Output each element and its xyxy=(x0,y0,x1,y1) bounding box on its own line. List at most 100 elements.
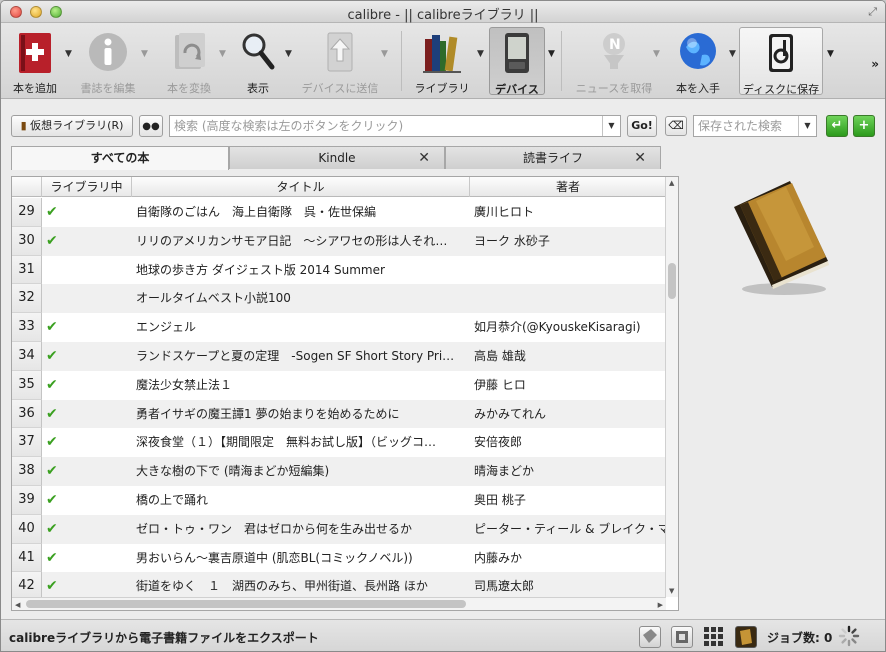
row-number-header xyxy=(12,177,42,197)
book-author-cell[interactable]: ピーター・ティール & ブレイク・マスター xyxy=(474,515,666,543)
manage-saved-searches-icon[interactable]: + xyxy=(853,115,875,137)
cover-browser-toggle-icon[interactable] xyxy=(735,626,757,648)
book-title-cell[interactable]: ランドスケープと夏の定理 -Sogen SF Short Story Pri… xyxy=(136,342,468,370)
book-author-cell[interactable]: 廣川ヒロト xyxy=(474,198,666,226)
advanced-search-button[interactable]: ●● xyxy=(139,115,163,137)
tag-browser-toggle-icon[interactable] xyxy=(639,626,661,648)
column-header-author[interactable]: 著者 xyxy=(470,177,666,197)
scroll-up-icon[interactable]: ▲ xyxy=(669,179,674,187)
table-row[interactable]: 30 ✔ リリのアメリカンサモア日記 ～シアワセの形は人それ… ヨーク 水砂子 xyxy=(12,226,666,256)
vertical-scroll-thumb[interactable] xyxy=(668,263,676,299)
column-header-title[interactable]: タイトル xyxy=(132,177,470,197)
cover-grid-toggle-icon[interactable] xyxy=(703,626,725,648)
send-to-device-button[interactable]: デバイスに送信 ▼ xyxy=(302,27,388,95)
scroll-right-icon[interactable]: ▶ xyxy=(658,601,663,609)
fetch-news-dropdown-icon[interactable]: ▼ xyxy=(653,49,660,59)
table-row[interactable]: 34 ✔ ランドスケープと夏の定理 -Sogen SF Short Story Pr… xyxy=(12,341,666,371)
book-details-toggle-icon[interactable] xyxy=(671,626,693,648)
save-to-disk-button[interactable]: ディスクに保存 xyxy=(739,27,823,96)
vertical-scrollbar[interactable]: ▲ ▼ xyxy=(665,177,678,597)
book-title-cell[interactable]: 魔法少女禁止法１ xyxy=(136,371,468,399)
close-tab-icon[interactable]: ✕ xyxy=(418,147,430,169)
more-toolbar-icon[interactable]: » xyxy=(871,57,879,71)
library-dropdown-icon[interactable]: ▼ xyxy=(477,49,484,59)
add-book-button[interactable]: 本を追加 ▼ xyxy=(7,27,72,95)
tab-kindle[interactable]: Kindle ✕ xyxy=(229,146,445,169)
book-author-cell[interactable]: 奥田 桃子 xyxy=(474,486,666,514)
saved-search-dropdown-icon[interactable]: ▼ xyxy=(798,116,816,136)
book-title-cell[interactable]: 勇者イサギの魔王譚1 夢の始まりを始めるために xyxy=(136,400,468,428)
save-search-icon[interactable]: ↵ xyxy=(826,115,848,137)
get-books-button[interactable]: 本を入手 ▼ xyxy=(669,27,736,95)
book-title-cell[interactable]: 男おいらん〜裏吉原道中 (肌恋BL(コミックノベル)) xyxy=(136,544,468,572)
convert-dropdown-icon[interactable]: ▼ xyxy=(219,49,226,59)
add-book-dropdown-icon[interactable]: ▼ xyxy=(65,49,72,59)
book-author-cell[interactable]: みかみてれん xyxy=(474,400,666,428)
table-row[interactable]: 29 ✔ 自衛隊のごはん 海上自衛隊 呉・佐世保編 廣川ヒロト xyxy=(12,198,666,227)
book-author-cell[interactable]: 伊藤 ヒロ xyxy=(474,371,666,399)
book-title-cell[interactable]: リリのアメリカンサモア日記 ～シアワセの形は人それ… xyxy=(136,227,468,255)
table-row[interactable]: 33 ✔ エンジェル 如月恭介(@KyouskeKisaragi) xyxy=(12,313,666,342)
book-author-cell[interactable]: 晴海まどか xyxy=(474,457,666,485)
table-row[interactable]: 40 ✔ ゼロ・トゥ・ワン 君はゼロから何を生み出せるか ピーター・ティール & ブレ… xyxy=(12,514,666,544)
virtual-library-button[interactable]: ▮ 仮想ライブラリ(R) xyxy=(11,115,133,137)
search-input[interactable]: 検索 (高度な検索は左のボタンをクリック) ▼ xyxy=(169,115,621,137)
scroll-left-icon[interactable]: ◀ xyxy=(15,601,20,609)
view-dropdown-icon[interactable]: ▼ xyxy=(285,49,292,59)
book-cover-icon[interactable] xyxy=(726,177,836,297)
row-number: 31 xyxy=(12,255,42,285)
column-header-in-library[interactable]: ライブラリ中 xyxy=(42,177,132,197)
horizontal-scrollbar[interactable]: ◀ ▶ xyxy=(12,597,666,610)
book-title-cell[interactable]: ゼロ・トゥ・ワン 君はゼロから何を生み出せるか xyxy=(136,515,468,543)
book-title-cell[interactable]: 橋の上で踊れ xyxy=(136,486,468,514)
table-row[interactable]: 38 ✔ 大きな樹の下で (晴海まどか短編集) 晴海まどか xyxy=(12,457,666,486)
table-row[interactable]: 39 ✔ 橋の上で踊れ 奥田 桃子 xyxy=(12,485,666,515)
tab-kindle-label: Kindle xyxy=(318,151,356,165)
tab-reading-life[interactable]: 読書ライフ ✕ xyxy=(445,146,661,169)
table-row[interactable]: 36 ✔ 勇者イサギの魔王譚1 夢の始まりを始めるために みかみてれん xyxy=(12,399,666,429)
jobs-counter[interactable]: ジョブ数: 0 xyxy=(767,629,832,646)
device-dropdown-icon[interactable]: ▼ xyxy=(548,49,555,59)
tab-all-books[interactable]: すべての本 xyxy=(11,146,229,170)
saved-search-input[interactable]: 保存された検索 ▼ xyxy=(693,115,817,137)
tab-reading-life-label: 読書ライフ xyxy=(522,151,583,165)
book-title-cell[interactable]: エンジェル xyxy=(136,313,468,341)
send-to-device-dropdown-icon[interactable]: ▼ xyxy=(381,49,388,59)
table-row[interactable]: 32 オールタイムベスト小説100 xyxy=(12,284,666,314)
book-author-cell[interactable]: 如月恭介(@KyouskeKisaragi) xyxy=(474,313,666,341)
book-author-cell[interactable]: ヨーク 水砂子 xyxy=(474,227,666,255)
save-to-disk-dropdown-icon[interactable]: ▼ xyxy=(827,49,834,59)
send-to-device-label: デバイスに送信 xyxy=(301,82,379,95)
scroll-down-icon[interactable]: ▼ xyxy=(669,587,674,595)
book-title-cell[interactable]: 自衛隊のごはん 海上自衛隊 呉・佐世保編 xyxy=(136,198,468,226)
edit-metadata-dropdown-icon[interactable]: ▼ xyxy=(141,49,148,59)
get-books-dropdown-icon[interactable]: ▼ xyxy=(729,49,736,59)
book-author-cell[interactable]: 内藤みか xyxy=(474,544,666,572)
book-author-cell[interactable]: 安倍夜郎 xyxy=(474,428,666,456)
row-number: 33 xyxy=(12,313,42,342)
view-button[interactable]: 表示 ▼ xyxy=(233,27,292,95)
edit-metadata-button[interactable]: 書誌を編集 ▼ xyxy=(79,27,148,95)
book-author-cell[interactable]: 高島 雄哉 xyxy=(474,342,666,370)
device-button[interactable]: デバイス xyxy=(489,27,545,96)
book-title-cell[interactable]: 大きな樹の下で (晴海まどか短編集) xyxy=(136,457,468,485)
clear-search-icon[interactable]: ⌫ xyxy=(665,116,687,136)
table-row[interactable]: 37 ✔ 深夜食堂（１）【期間限定 無料お試し版】（ビッグコ… 安倍夜郎 xyxy=(12,428,666,458)
row-number: 39 xyxy=(12,485,42,515)
book-title-cell[interactable]: 地球の歩き方 ダイジェスト版 2014 Summer xyxy=(136,256,468,284)
table-row[interactable]: 35 ✔ 魔法少女禁止法１ 伊藤 ヒロ xyxy=(12,370,666,400)
book-title-cell[interactable]: 深夜食堂（１）【期間限定 無料お試し版】（ビッグコ… xyxy=(136,428,468,456)
go-button[interactable]: Go! xyxy=(627,115,657,137)
fullscreen-icon[interactable]: ⤢ xyxy=(868,5,877,19)
add-book-label: 本を追加 xyxy=(13,82,57,95)
book-title-cell[interactable]: オールタイムベスト小説100 xyxy=(136,284,468,312)
search-history-dropdown-icon[interactable]: ▼ xyxy=(602,116,620,136)
library-button[interactable]: ライブラリ ▼ xyxy=(411,27,484,95)
table-row[interactable]: 31 地球の歩き方 ダイジェスト版 2014 Summer xyxy=(12,255,666,285)
convert-book-button[interactable]: 本を変換 ▼ xyxy=(163,27,226,95)
table-row[interactable]: 41 ✔ 男おいらん〜裏吉原道中 (肌恋BL(コミックノベル)) 内藤みか xyxy=(12,543,666,573)
horizontal-scroll-thumb[interactable] xyxy=(26,600,466,608)
close-tab-icon[interactable]: ✕ xyxy=(634,147,646,169)
row-number: 36 xyxy=(12,399,42,429)
fetch-news-button[interactable]: N ニュースを取得 ▼ xyxy=(576,27,660,95)
